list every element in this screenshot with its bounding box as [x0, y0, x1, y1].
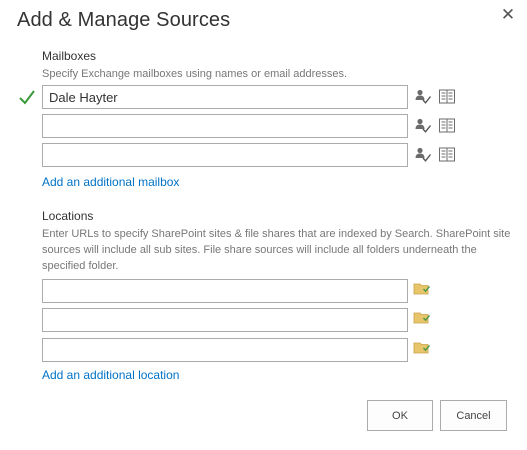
mailbox-input[interactable] — [42, 114, 408, 138]
add-mailbox-link[interactable]: Add an additional mailbox — [42, 175, 179, 189]
address-book-icon[interactable] — [438, 117, 456, 135]
location-row — [0, 338, 527, 362]
check-names-icon[interactable] — [414, 117, 432, 135]
locations-heading: Locations — [42, 209, 94, 223]
add-location-link[interactable]: Add an additional location — [42, 368, 179, 382]
check-names-icon[interactable] — [414, 146, 432, 164]
close-icon[interactable]: ✕ — [497, 4, 519, 26]
mailboxes-heading: Mailboxes — [42, 49, 97, 63]
check-names-icon[interactable] — [414, 88, 432, 106]
validated-check-icon — [19, 90, 35, 105]
mailbox-row — [0, 143, 527, 167]
mailbox-input[interactable] — [42, 85, 408, 109]
location-row — [0, 279, 527, 303]
mailbox-row — [0, 114, 527, 138]
address-book-icon[interactable] — [438, 88, 456, 106]
location-input[interactable] — [42, 338, 408, 362]
ok-button[interactable]: OK — [367, 400, 433, 431]
browse-folder-icon[interactable] — [413, 309, 431, 327]
locations-description: Enter URLs to specify SharePoint sites &… — [42, 228, 511, 272]
browse-folder-icon[interactable] — [413, 280, 431, 298]
cancel-button[interactable]: Cancel — [440, 400, 507, 431]
mailboxes-description: Specify Exchange mailboxes using names o… — [42, 68, 348, 80]
browse-folder-icon[interactable] — [413, 339, 431, 357]
dialog-title: Add & Manage Sources — [17, 9, 231, 31]
address-book-icon[interactable] — [438, 146, 456, 164]
mailbox-input[interactable] — [42, 143, 408, 167]
location-row — [0, 308, 527, 332]
mailbox-row — [0, 85, 527, 109]
location-input[interactable] — [42, 279, 408, 303]
location-input[interactable] — [42, 308, 408, 332]
